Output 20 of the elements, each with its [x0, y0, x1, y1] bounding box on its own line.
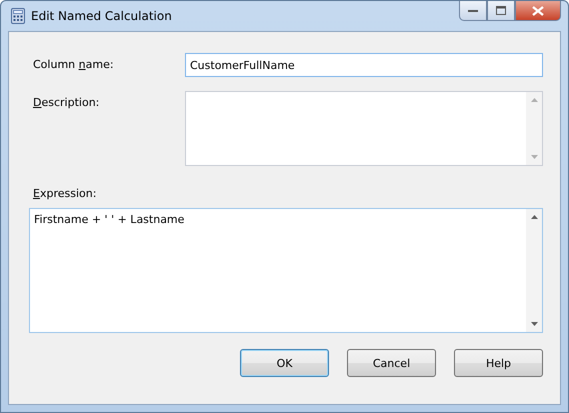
- dialog-button[interactable]: Help: [454, 349, 543, 377]
- calculator-icon: [11, 8, 25, 24]
- dialog-button[interactable]: Cancel: [347, 349, 436, 377]
- dialog-button[interactable]: OK: [240, 349, 329, 377]
- expression-field[interactable]: Firstname + ' ' + Lastname: [29, 208, 543, 333]
- field-label: Description:: [32, 95, 100, 109]
- maximize-icon: [496, 6, 506, 15]
- close-button[interactable]: [515, 1, 561, 21]
- column-name-field[interactable]: CustomerFullName: [185, 53, 543, 77]
- scrollbar[interactable]: [526, 209, 542, 332]
- field-label: Expression:: [32, 187, 96, 200]
- down-arrow-icon[interactable]: [530, 322, 538, 326]
- field-label: Column name:: [32, 57, 115, 71]
- minimize-button[interactable]: [459, 1, 487, 21]
- minimize-icon: [468, 8, 478, 12]
- window-title: Edit Named Calculation: [31, 9, 172, 23]
- close-icon: [532, 6, 544, 16]
- description-field[interactable]: [185, 91, 543, 166]
- up-arrow-icon[interactable]: [530, 215, 538, 219]
- maximize-button[interactable]: [487, 1, 515, 21]
